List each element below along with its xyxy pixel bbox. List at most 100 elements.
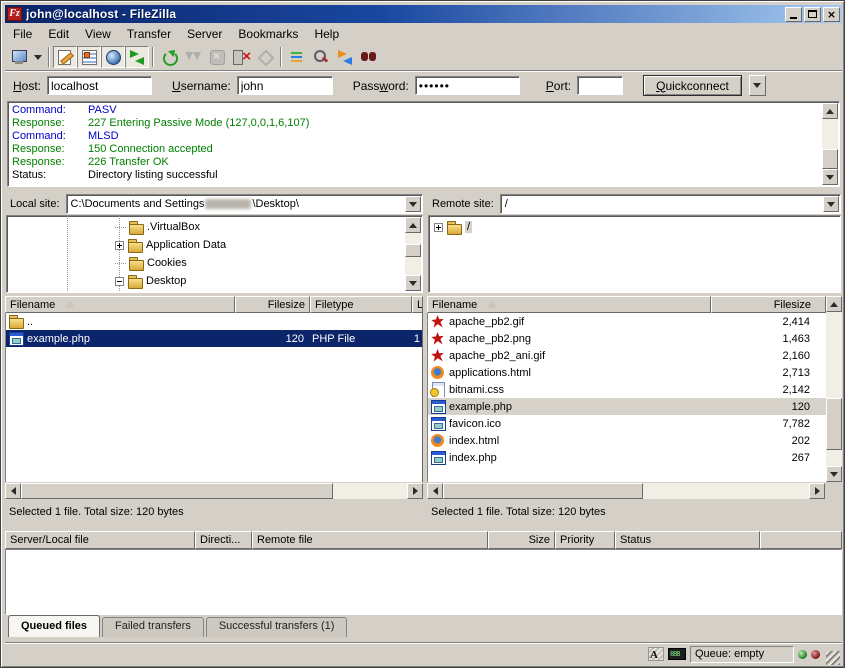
remote-list-scrollbar[interactable]: [826, 296, 842, 482]
menu-file[interactable]: File: [5, 25, 40, 43]
file-row[interactable]: apache_pb2.png1,463: [428, 330, 826, 347]
password-input[interactable]: [415, 76, 520, 95]
scrollbar-thumb[interactable]: [405, 244, 421, 257]
site-manager-button[interactable]: [7, 46, 31, 68]
disconnect-button[interactable]: [229, 46, 253, 68]
column-header-filesize[interactable]: Filesize: [711, 296, 826, 313]
tab-successful-transfers[interactable]: Successful transfers (1): [206, 617, 348, 637]
close-button[interactable]: ×: [823, 7, 840, 22]
menu-server[interactable]: Server: [179, 25, 230, 43]
scrollbar-thumb[interactable]: [822, 149, 838, 169]
tree-item-virtualbox[interactable]: .VirtualBox: [7, 218, 404, 236]
local-list-hscrollbar[interactable]: [5, 483, 423, 499]
speed-limit-display-icon[interactable]: [668, 648, 686, 660]
port-label: Port:: [546, 79, 571, 93]
column-header-status[interactable]: Status: [615, 531, 760, 549]
file-row[interactable]: applications.html2,713: [428, 364, 826, 381]
toggle-message-log-button[interactable]: [53, 46, 77, 68]
column-header-filename[interactable]: Filename: [5, 296, 235, 313]
local-tree-scrollbar[interactable]: [405, 217, 421, 291]
remote-path-combo[interactable]: /: [500, 194, 841, 214]
file-row[interactable]: bitnami.css2,142: [428, 381, 826, 398]
file-row[interactable]: favicon.ico7,782: [428, 415, 826, 432]
toggle-transfer-queue-button[interactable]: [125, 46, 149, 68]
column-header-last-modified[interactable]: L: [412, 296, 423, 313]
scroll-down-button[interactable]: [405, 275, 421, 291]
column-header-server-local-file[interactable]: Server/Local file: [5, 531, 195, 549]
local-path-combo[interactable]: C:\Documents and Settings\Desktop\: [66, 194, 423, 214]
menu-edit[interactable]: Edit: [40, 25, 77, 43]
column-header-priority[interactable]: Priority: [555, 531, 615, 549]
refresh-button[interactable]: [157, 46, 181, 68]
expand-icon[interactable]: [434, 223, 443, 232]
scroll-left-button[interactable]: [427, 483, 443, 499]
remote-tree-icon: [104, 48, 122, 66]
file-row[interactable]: index.html202: [428, 432, 826, 449]
menu-transfer[interactable]: Transfer: [119, 25, 179, 43]
quickconnect-dropdown-button[interactable]: [749, 75, 766, 96]
directory-comparison-button[interactable]: [309, 46, 333, 68]
remote-path-dropdown-button[interactable]: [823, 196, 839, 212]
minimize-button[interactable]: [785, 7, 802, 22]
tree-item-application-data[interactable]: Application Data: [7, 236, 404, 254]
resize-grip[interactable]: [826, 651, 840, 665]
file-row-example-php[interactable]: example.php120: [428, 398, 826, 415]
password-label: Password:: [353, 79, 409, 93]
menu-help[interactable]: Help: [306, 25, 347, 43]
scroll-up-button[interactable]: [822, 103, 838, 119]
scrollbar-thumb[interactable]: [21, 483, 333, 499]
column-header-filetype[interactable]: Filetype: [310, 296, 412, 313]
expand-icon[interactable]: [115, 241, 124, 250]
file-row-example-php[interactable]: example.php 120 PHP File 1: [6, 330, 422, 347]
tab-queued-files[interactable]: Queued files: [8, 615, 100, 637]
title-bar[interactable]: Fz john@localhost - FileZilla ×: [5, 5, 842, 23]
log-scrollbar[interactable]: [822, 103, 838, 185]
scroll-down-button[interactable]: [826, 466, 842, 482]
file-row[interactable]: apache_pb2.gif2,414: [428, 313, 826, 330]
local-site-label: Local site:: [6, 198, 66, 210]
column-header-filesize[interactable]: Filesize: [235, 296, 310, 313]
scroll-left-button[interactable]: [5, 483, 21, 499]
scroll-down-button[interactable]: [822, 169, 838, 185]
file-size: 2,160: [712, 350, 826, 362]
menu-view[interactable]: View: [77, 25, 119, 43]
transfer-type-icon[interactable]: [648, 647, 664, 661]
transfer-queue-list[interactable]: [5, 549, 842, 615]
scroll-up-button[interactable]: [826, 296, 842, 312]
quickconnect-button[interactable]: Quickconnect: [643, 75, 742, 96]
find-files-button[interactable]: [357, 46, 381, 68]
remote-list-hscrollbar[interactable]: [427, 483, 825, 499]
username-input[interactable]: [237, 76, 333, 95]
image-file-icon: [430, 348, 446, 363]
tree-item-desktop[interactable]: Desktop: [7, 272, 404, 290]
site-manager-dropdown-button[interactable]: [31, 46, 45, 68]
binoculars-icon: [360, 48, 378, 66]
file-row[interactable]: index.php267: [428, 449, 826, 466]
toggle-remote-tree-button[interactable]: [101, 46, 125, 68]
column-header-direction[interactable]: Directi...: [195, 531, 252, 549]
local-path-dropdown-button[interactable]: [405, 196, 421, 212]
tree-item-cookies[interactable]: Cookies: [7, 254, 404, 272]
port-input[interactable]: [577, 76, 623, 95]
maximize-button[interactable]: [804, 7, 821, 22]
column-header-size[interactable]: Size: [488, 531, 555, 549]
synchronized-browsing-button[interactable]: [333, 46, 357, 68]
collapse-icon[interactable]: [115, 277, 124, 286]
file-row-parent-dir[interactable]: ..: [6, 313, 422, 330]
host-input[interactable]: [47, 76, 152, 95]
scroll-right-button[interactable]: [407, 483, 423, 499]
toggle-local-tree-button[interactable]: [77, 46, 101, 68]
menu-bookmarks[interactable]: Bookmarks: [230, 25, 306, 43]
scroll-right-button[interactable]: [809, 483, 825, 499]
column-header-remote-file[interactable]: Remote file: [252, 531, 488, 549]
file-row[interactable]: apache_pb2_ani.gif2,160: [428, 347, 826, 364]
scrollbar-thumb[interactable]: [826, 398, 842, 450]
column-header-filename[interactable]: Filename: [427, 296, 711, 313]
tree-item-root[interactable]: /: [429, 218, 840, 236]
tab-failed-transfers[interactable]: Failed transfers: [102, 617, 204, 637]
window-title: john@localhost - FileZilla: [26, 7, 783, 21]
scroll-up-button[interactable]: [405, 217, 421, 233]
transfer-queue-header: Server/Local file Directi... Remote file…: [5, 531, 842, 549]
filter-button[interactable]: [285, 46, 309, 68]
scrollbar-thumb[interactable]: [443, 483, 643, 499]
